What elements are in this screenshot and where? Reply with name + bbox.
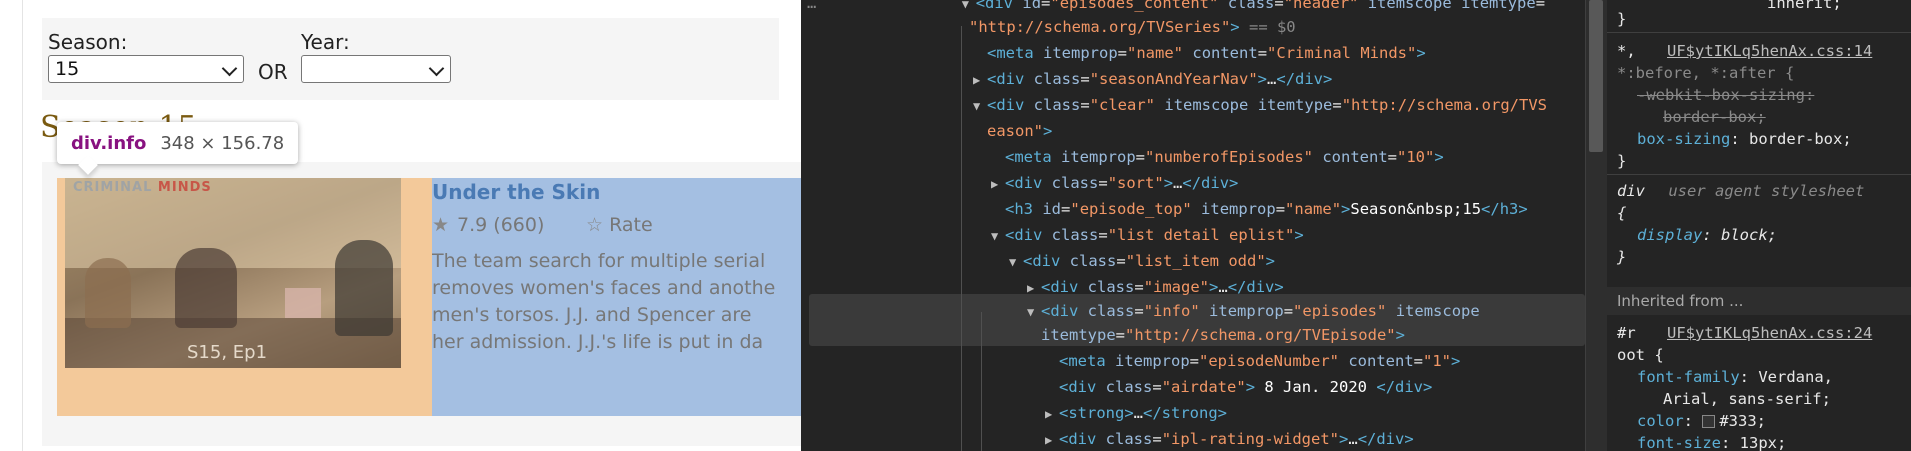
styles-panel: inherit; } *, UF$ytIKLq5henAx.css:14 *:b… — [1607, 0, 1911, 451]
episode-description: The team search for multiple serial remo… — [432, 248, 801, 356]
rate-label: Rate — [609, 214, 653, 236]
dom-node-list-item[interactable]: ▼ <div class="list_item odd"> — [1009, 248, 1275, 274]
dom-node-info[interactable]: ▼ <div class="info" itemprop="episodes" i… — [1027, 298, 1480, 324]
thumbnail-episode-label: S15, Ep1 — [187, 342, 268, 363]
inherited-from-header: Inherited from ... — [1607, 287, 1911, 315]
rule-close-brace: } — [1617, 152, 1627, 170]
dom-node-sort[interactable]: ▶ <div class="sort">…</div> — [991, 170, 1238, 196]
thumbnail-figure — [335, 240, 393, 336]
tooltip-dimensions: 348 × 156.78 — [160, 132, 285, 154]
css-declaration: display: block; — [1637, 226, 1777, 244]
show-logo: CRIMINAL MINDS — [73, 180, 212, 195]
dom-node-h3[interactable]: <h3 id="episode_top" itemprop="name">Sea… — [1005, 196, 1528, 222]
star-outline-icon: ☆ — [586, 214, 604, 236]
css-declaration[interactable]: box-sizing: border-box; — [1637, 128, 1852, 150]
dom-node-airdate[interactable]: <div class="airdate"> 8 Jan. 2020 </div> — [1059, 374, 1432, 400]
dom-node-image[interactable]: ▶ <div class="image">…</div> — [1027, 274, 1284, 300]
rule-divider — [1607, 32, 1911, 33]
rule-source-link[interactable]: UF$ytIKLq5henAx.css:24 — [1667, 322, 1872, 344]
desc-line: her admission. J.J.'s life is put in da — [432, 331, 764, 353]
dom-node-strong[interactable]: ▶ <strong>…</strong> — [1045, 400, 1227, 426]
elements-scrollbar-thumb[interactable] — [1589, 0, 1603, 152]
dom-node-rating-widget[interactable]: ▶ <div class="ipl-rating-widget">…</div> — [1045, 426, 1414, 451]
inspect-tooltip: div.info 348 × 156.78 — [57, 122, 299, 164]
chevron-down-icon — [428, 60, 445, 77]
partial-value: inherit; — [1767, 0, 1842, 12]
chevron-down-icon — [221, 60, 238, 77]
dom-node-info-cont[interactable]: itemtype="http://schema.org/TVEpisode"> — [1041, 322, 1405, 348]
desc-line: men's torsos. J.J. and Spencer are — [432, 304, 752, 326]
dom-node-season-nav[interactable]: ▶ <div class="seasonAndYearNav">…</div> — [973, 66, 1332, 92]
star-icon: ★ — [432, 214, 450, 236]
dom-node-meta-epnum[interactable]: <meta itemprop="episodeNumber" content="… — [1059, 348, 1460, 374]
tooltip-element-name: div.info — [71, 132, 147, 154]
thumbnail-photo — [285, 288, 321, 318]
elements-panel: … ▼ <div id="episodes_content" class="hea… — [801, 0, 1585, 451]
dom-node-meta-episodes[interactable]: <meta itemprop="numberofEpisodes" conten… — [1005, 144, 1444, 170]
overridden-property[interactable]: -webkit-box-sizing: — [1637, 84, 1814, 106]
thumbnail-figure — [85, 258, 131, 328]
overridden-value: border-box; — [1663, 108, 1766, 126]
css-declaration[interactable]: color: #333; — [1637, 410, 1766, 432]
dom-node-clear-cont[interactable]: eason"> — [987, 118, 1052, 144]
episode-thumbnail[interactable]: CRIMINAL MINDS S15, Ep1 — [65, 178, 401, 368]
rule-close-brace: } — [1617, 248, 1627, 266]
rating-value: 7.9 (660) — [457, 214, 545, 236]
desc-line: The team search for multiple serial — [432, 250, 766, 272]
rate-button[interactable]: ☆ Rate — [586, 214, 653, 236]
dom-node-meta-name[interactable]: <meta itemprop="name" content="Criminal … — [987, 40, 1426, 66]
css-declaration[interactable]: font-size: 13px; — [1637, 432, 1786, 451]
rating-display: ★ 7.9 (660) — [432, 214, 544, 236]
desc-line: removes women's faces and anothe — [432, 277, 776, 299]
season-select-value: 15 — [55, 58, 80, 80]
indent-guide — [981, 312, 982, 451]
or-text: OR — [258, 60, 288, 84]
thumbnail-figure — [175, 248, 237, 328]
rule-root-selector[interactable]: #r — [1617, 322, 1636, 344]
season-label: Season: — [48, 30, 128, 54]
css-declaration[interactable]: font-family: Verdana, — [1637, 366, 1833, 388]
dom-node-header-cont[interactable]: "http://schema.org/TVSeries"> == $0 — [969, 14, 1296, 40]
css-value-cont: Arial, sans-serif; — [1663, 390, 1831, 408]
rule-close-brace: } — [1617, 10, 1627, 28]
rule-root-selector-cont: oot { — [1617, 346, 1664, 364]
dom-node-clear[interactable]: ▼ <div class="clear" itemscope itemtype="… — [973, 92, 1547, 118]
year-select[interactable] — [301, 55, 451, 83]
rule-source-link[interactable]: UF$ytIKLq5henAx.css:14 — [1667, 40, 1872, 62]
dom-node-eplist[interactable]: ▼ <div class="list detail eplist"> — [991, 222, 1304, 248]
rule-universal-selector[interactable]: *, — [1617, 40, 1636, 62]
indent-guide — [961, 26, 962, 451]
rule-pseudo-selectors: *:before, *:after { — [1617, 64, 1795, 82]
color-swatch-icon[interactable] — [1702, 415, 1716, 428]
year-label: Year: — [301, 30, 350, 54]
rule-div-selector: div user agent stylesheet — [1617, 182, 1865, 200]
rule-open-brace: { — [1617, 204, 1627, 222]
episode-title-link[interactable]: Under the Skin — [432, 180, 600, 204]
rule-divider — [1607, 174, 1911, 175]
season-select[interactable]: 15 — [48, 55, 244, 83]
webpage-viewport: Season: 15 OR Year: Season 15 CRIMINAL M… — [0, 0, 801, 451]
